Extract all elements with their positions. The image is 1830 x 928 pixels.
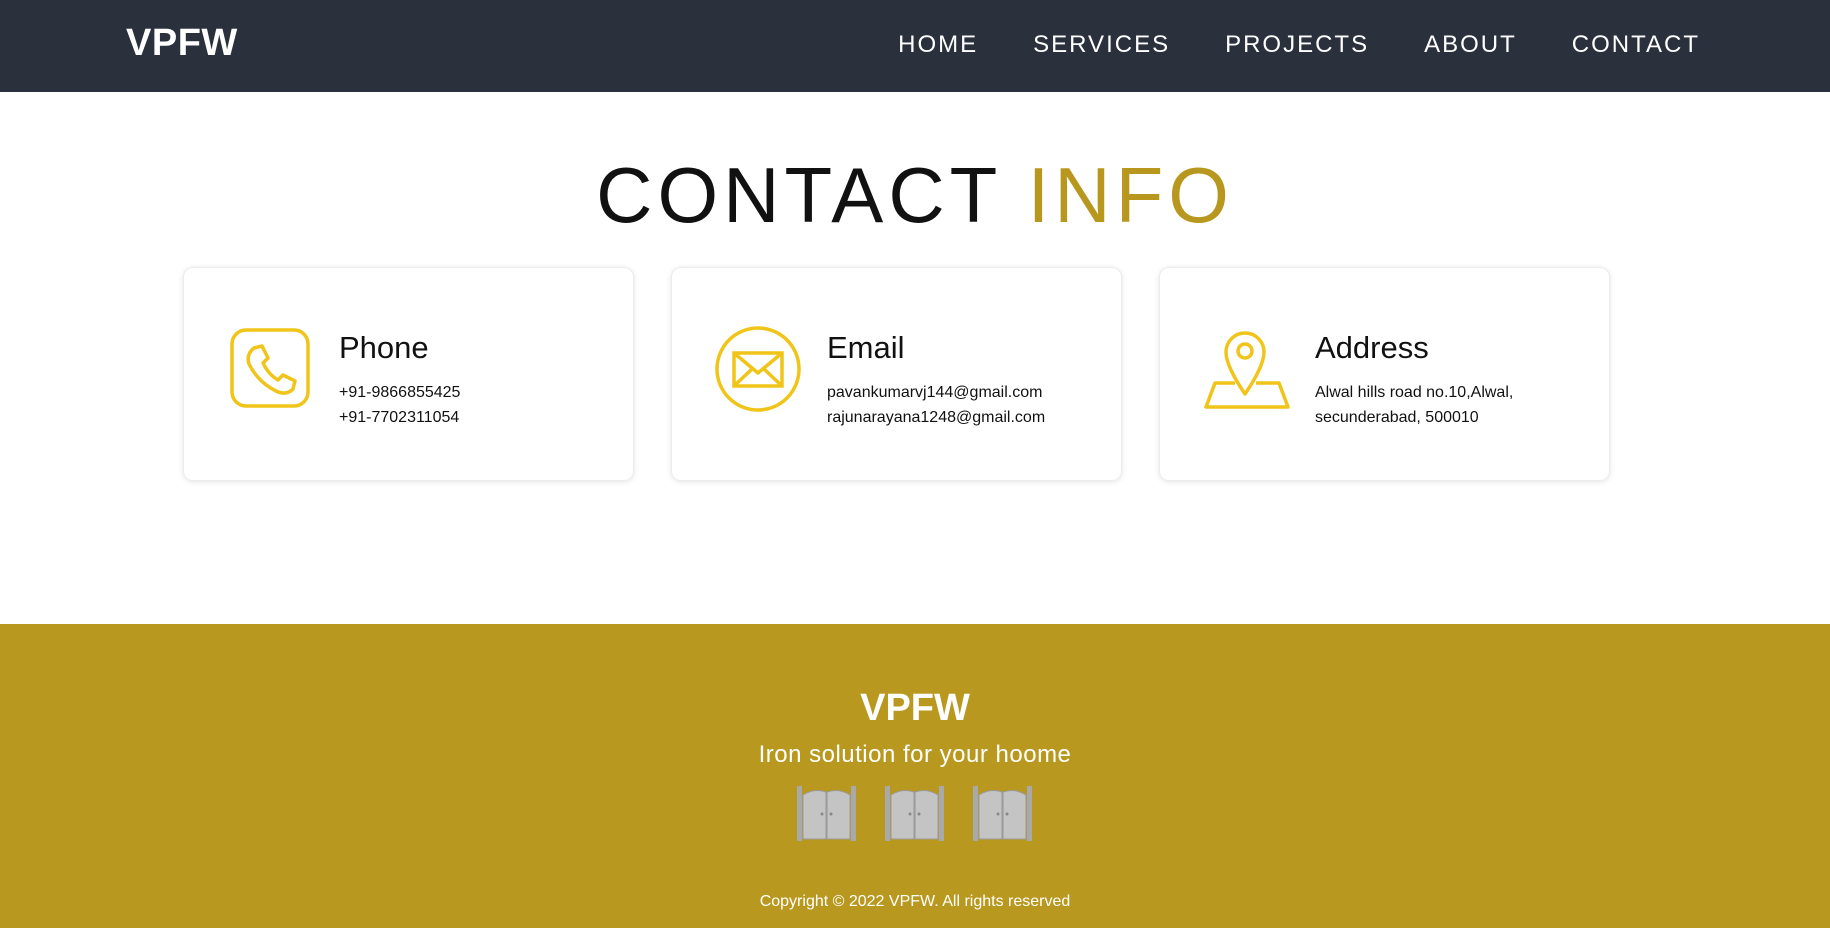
address-card: Address Alwal hills road no.10,Alwal, se…	[1159, 267, 1610, 481]
footer-gate-icons	[796, 784, 1033, 842]
phone-title: Phone	[339, 330, 429, 365]
mail-icon	[715, 326, 801, 412]
gate-icon	[885, 786, 944, 841]
nav-services-link[interactable]: SERVICES	[1033, 31, 1170, 59]
nav-contact-link[interactable]: CONTACT	[1572, 31, 1700, 59]
brand-logo[interactable]: VPFW	[126, 22, 238, 65]
map-pin-icon	[1204, 331, 1290, 409]
phone-number-1[interactable]: +91-9866855425	[339, 384, 460, 402]
footer-brand: VPFW	[860, 687, 970, 729]
footer: VPFW Iron solution for your hoome Copyri…	[0, 624, 1830, 928]
page-title: CONTACT INFO	[0, 150, 1830, 241]
gate-icon	[973, 786, 1032, 841]
address-line-2: secunderabad, 500010	[1315, 409, 1479, 426]
email-address-2[interactable]: rajunarayana1248@gmail.com	[827, 409, 1045, 427]
phone-card: Phone +91-9866855425 +91-7702311054	[183, 267, 634, 481]
contact-cards: Phone +91-9866855425 +91-7702311054 Emai…	[183, 267, 1610, 481]
email-card: Email pavankumarvj144@gmail.com rajunara…	[671, 267, 1122, 481]
title-part-contact: CONTACT	[596, 151, 1001, 239]
email-title: Email	[827, 330, 905, 365]
address-title: Address	[1315, 330, 1429, 365]
nav-home-link[interactable]: HOME	[898, 31, 978, 59]
gate-icon	[797, 786, 856, 841]
nav-projects-link[interactable]: PROJECTS	[1225, 31, 1369, 59]
email-address-1[interactable]: pavankumarvj144@gmail.com	[827, 384, 1042, 402]
navbar: VPFW HOME SERVICES PROJECTS ABOUT CONTAC…	[0, 0, 1830, 92]
nav-about-link[interactable]: ABOUT	[1424, 31, 1517, 59]
phone-number-2[interactable]: +91-7702311054	[339, 409, 459, 427]
nav-links: HOME SERVICES PROJECTS ABOUT CONTACT	[898, 31, 1700, 59]
address-line-1: Alwal hills road no.10,Alwal,	[1315, 384, 1514, 401]
footer-tagline: Iron solution for your hoome	[758, 741, 1072, 768]
title-part-info: INFO	[1027, 151, 1234, 239]
footer-copyright: Copyright © 2022 VPFW. All rights reserv…	[759, 893, 1071, 910]
phone-icon	[230, 328, 310, 408]
